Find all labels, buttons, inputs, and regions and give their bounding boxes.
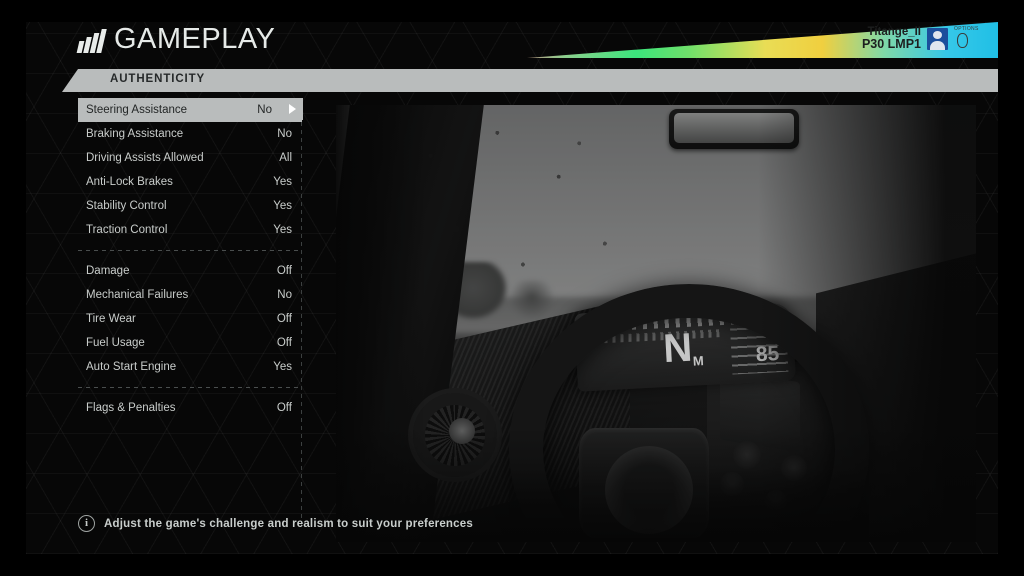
gameplay-bars-icon — [76, 29, 108, 53]
hint-text: Adjust the game's challenge and realism … — [104, 517, 473, 530]
footer-hint: i Adjust the game's challenge and realis… — [78, 515, 473, 532]
settings-row-value: Yes — [273, 224, 292, 236]
settings-row-label: Fuel Usage — [86, 337, 145, 349]
player-car: P30 LMP1 — [861, 37, 921, 52]
settings-row[interactable]: Tire Wear Off — [78, 307, 302, 331]
settings-row-value: Yes — [273, 200, 292, 212]
info-icon: i — [78, 515, 95, 532]
section-title: AUTHENTICITY — [110, 73, 206, 85]
settings-row-label: Traction Control — [86, 224, 168, 236]
panel-divider — [301, 98, 302, 530]
settings-group-separator — [78, 250, 302, 251]
settings-row[interactable]: Braking Assistance No — [78, 122, 302, 146]
settings-row-label: Stability Control — [86, 200, 167, 212]
settings-row-value: Yes — [273, 176, 292, 188]
settings-row-value: Off — [276, 402, 292, 414]
chevron-right-icon — [288, 104, 296, 114]
player-names: Titange_II P30 LMP1 — [862, 26, 921, 51]
settings-row-value: No — [277, 289, 292, 301]
settings-row[interactable]: Steering Assistance No — [78, 98, 302, 122]
settings-row[interactable]: Mechanical Failures No — [78, 283, 302, 307]
settings-row-value: Yes — [273, 361, 292, 373]
settings-row-label: Anti-Lock Brakes — [86, 176, 173, 188]
settings-row-label: Damage — [86, 265, 130, 277]
settings-row-value: No — [257, 104, 272, 116]
settings-row-value: Off — [276, 313, 292, 325]
windshield-rain-drops — [400, 113, 656, 324]
car-cockpit-preview: NM 85 — [336, 105, 976, 542]
settings-row-label: Auto Start Engine — [86, 361, 177, 373]
player-info: Titange_II P30 LMP1 OPTIONS — [862, 26, 978, 51]
settings-row-label: Driving Assists Allowed — [86, 152, 204, 164]
settings-row-value: Off — [276, 337, 292, 349]
settings-row-label: Braking Assistance — [86, 128, 184, 140]
options-glyph — [957, 32, 968, 48]
title-bar: GAMEPLAY Titange_II P30 LMP1 OPTIONS — [26, 22, 998, 62]
settings-row-label: Flags & Penalties — [86, 402, 176, 414]
settings-row[interactable]: Auto Start Engine Yes — [78, 355, 302, 379]
game-screen: NM 85 GAMEPLAY Titange_II P30 LMP1 — [0, 0, 1024, 576]
settings-row[interactable]: Anti-Lock Brakes Yes — [78, 170, 302, 194]
page-title: GAMEPLAY — [114, 23, 276, 55]
settings-row[interactable]: Stability Control Yes — [78, 194, 302, 218]
settings-row-label: Steering Assistance — [86, 104, 188, 116]
settings-row-label: Mechanical Failures — [86, 289, 189, 301]
settings-row[interactable]: Fuel Usage Off — [78, 331, 302, 355]
settings-row-value: No — [277, 128, 292, 140]
player-avatar-icon[interactable] — [927, 27, 948, 50]
menu-stage: NM 85 GAMEPLAY Titange_II P30 LMP1 — [26, 22, 998, 554]
settings-row[interactable]: Traction Control Yes — [78, 218, 302, 242]
settings-row-value: All — [279, 152, 292, 164]
settings-row-value: Off — [276, 265, 292, 277]
scroll-indicator[interactable] — [281, 98, 303, 120]
options-label: OPTIONS — [954, 25, 979, 32]
settings-group-separator — [78, 387, 302, 388]
settings-row[interactable]: Driving Assists Allowed All — [78, 146, 302, 170]
settings-row[interactable]: Flags & Penalties Off — [78, 396, 302, 420]
settings-row[interactable]: Damage Off — [78, 259, 302, 283]
settings-list: Steering Assistance No Braking Assistance N… — [78, 98, 302, 420]
options-button-icon[interactable]: OPTIONS — [954, 26, 978, 51]
section-header-bar: AUTHENTICITY — [62, 69, 998, 92]
settings-row-label: Tire Wear — [86, 313, 136, 325]
